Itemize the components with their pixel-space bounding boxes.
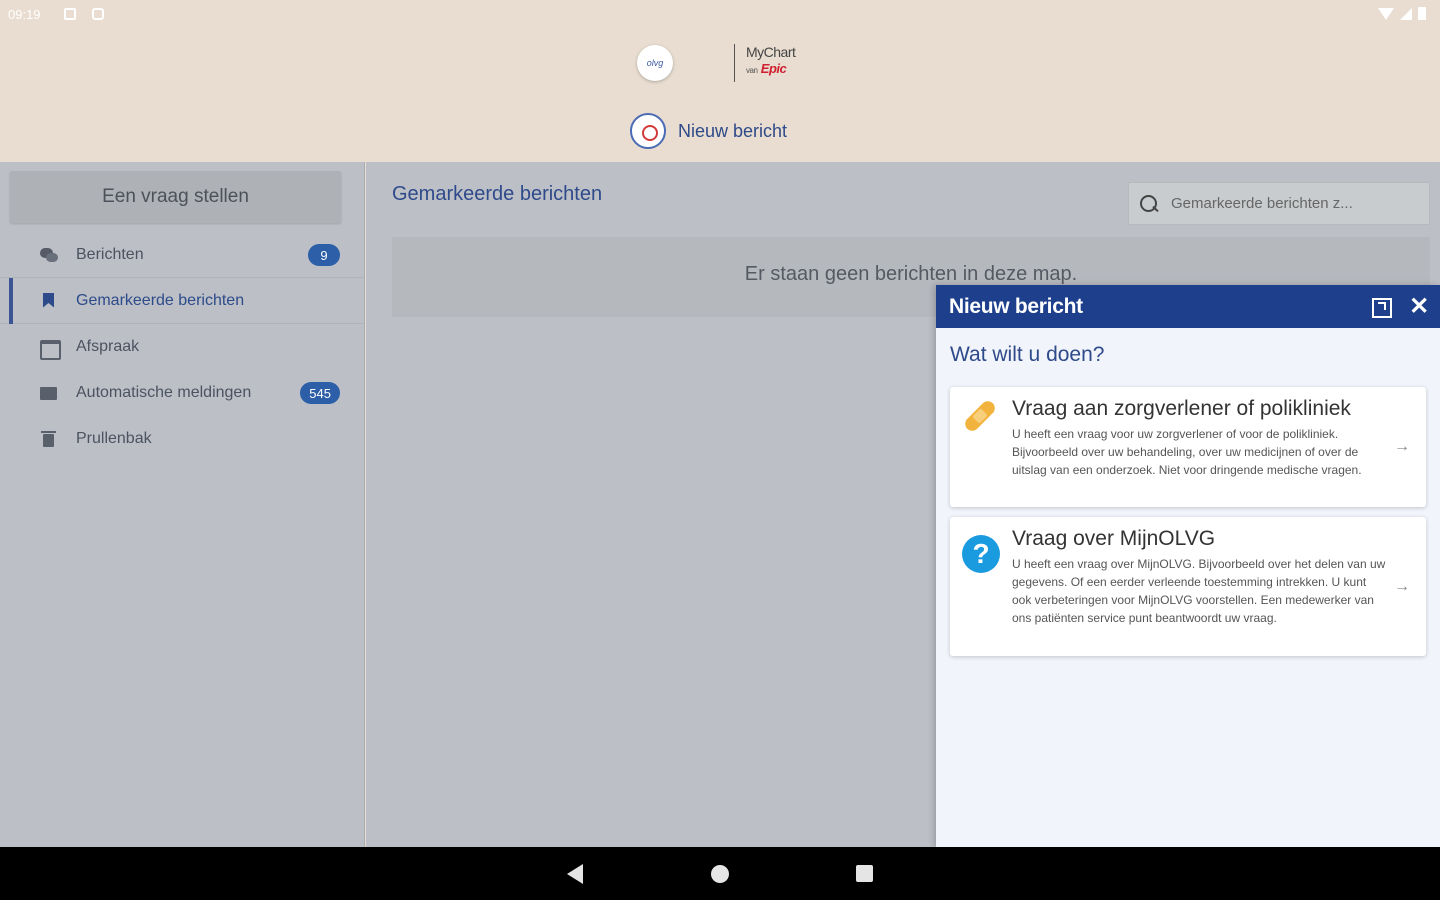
- arrow-right-icon: →: [1394, 438, 1410, 455]
- new-message-icon: [630, 113, 666, 149]
- notification-icon: [64, 8, 76, 20]
- recents-icon[interactable]: [856, 865, 873, 882]
- sidebar-item-prullenbak[interactable]: Prullenbak: [0, 416, 364, 462]
- back-icon[interactable]: [567, 864, 583, 884]
- panel-question: Wat wilt u doen?: [950, 343, 1105, 366]
- folder-icon: [40, 385, 58, 401]
- new-message-header-button[interactable]: Nieuw bericht: [630, 113, 787, 149]
- status-bar: 09:19: [0, 0, 1440, 30]
- close-icon[interactable]: ✕: [1408, 294, 1430, 318]
- mychart-van-text: van: [746, 66, 758, 75]
- option-title: Vraag aan zorgverlener of polikliniek: [1012, 397, 1351, 420]
- question-icon: ?: [962, 535, 1000, 573]
- olvg-logo-text: olvg: [646, 58, 664, 68]
- option-description: U heeft een vraag over MijnOLVG. Bijvoor…: [1012, 557, 1386, 625]
- count-badge: 545: [300, 382, 340, 404]
- signal-icon: [1400, 7, 1412, 20]
- option-title: Vraag over MijnOLVG: [1012, 527, 1216, 550]
- trash-icon: [40, 431, 58, 447]
- sidebar-item-afspraak[interactable]: Afspraak: [0, 324, 364, 370]
- sidebar: Een vraag stellen Berichten 9 Gemarkeerd…: [0, 162, 365, 847]
- option-card-zorgverlener[interactable]: Vraag aan zorgverlener of polikliniek U …: [950, 387, 1426, 507]
- calendar-icon: [40, 339, 61, 360]
- status-time: 09:19: [8, 7, 41, 22]
- wifi-icon: [1378, 7, 1394, 20]
- sidebar-item-label: Prullenbak: [76, 430, 152, 447]
- battery-icon: [1418, 7, 1426, 20]
- home-icon[interactable]: [711, 865, 729, 883]
- option-card-mijnolvg[interactable]: ? Vraag over MijnOLVG U heeft een vraag …: [950, 517, 1426, 656]
- sidebar-item-berichten[interactable]: Berichten 9: [0, 232, 364, 278]
- bandage-icon: [962, 398, 998, 434]
- logo-divider: [734, 44, 735, 82]
- olvg-logo: olvg: [637, 45, 673, 81]
- panel-title: Nieuw bericht: [949, 294, 1083, 318]
- search-input[interactable]: [1171, 195, 1411, 212]
- option-description: U heeft een vraag voor uw zorgverlener o…: [1012, 427, 1362, 477]
- arrow-right-icon: →: [1394, 577, 1410, 595]
- page-title: Gemarkeerde berichten: [392, 183, 603, 205]
- sidebar-nav: Berichten 9 Gemarkeerde berichten Afspra…: [0, 232, 364, 462]
- panel-header: Nieuw bericht ✕: [936, 285, 1440, 328]
- chat-icon: [40, 247, 58, 263]
- sidebar-item-gemarkeerde-berichten[interactable]: Gemarkeerde berichten: [0, 278, 364, 324]
- system-nav-bar: [0, 847, 1440, 900]
- sidebar-item-label: Afspraak: [76, 338, 140, 355]
- ask-question-button[interactable]: Een vraag stellen: [10, 171, 341, 223]
- new-message-header-label: Nieuw bericht: [678, 120, 788, 141]
- bookmark-icon: [40, 293, 58, 309]
- search-box[interactable]: [1128, 182, 1430, 225]
- mychart-logo-text: MyChart: [746, 44, 796, 60]
- sidebar-item-label: Gemarkeerde berichten: [76, 291, 245, 309]
- mychart-logo: MyChart van Epic: [746, 44, 796, 79]
- sd-card-icon: [92, 8, 104, 20]
- search-icon: [1139, 194, 1159, 214]
- sidebar-item-automatische-meldingen[interactable]: Automatische meldingen 545: [0, 370, 364, 416]
- epic-logo-text: Epic: [760, 61, 787, 76]
- expand-icon[interactable]: [1370, 296, 1392, 318]
- count-badge: 9: [308, 244, 340, 266]
- new-message-panel: Nieuw bericht ✕ Wat wilt u doen? Vraag a…: [936, 285, 1440, 847]
